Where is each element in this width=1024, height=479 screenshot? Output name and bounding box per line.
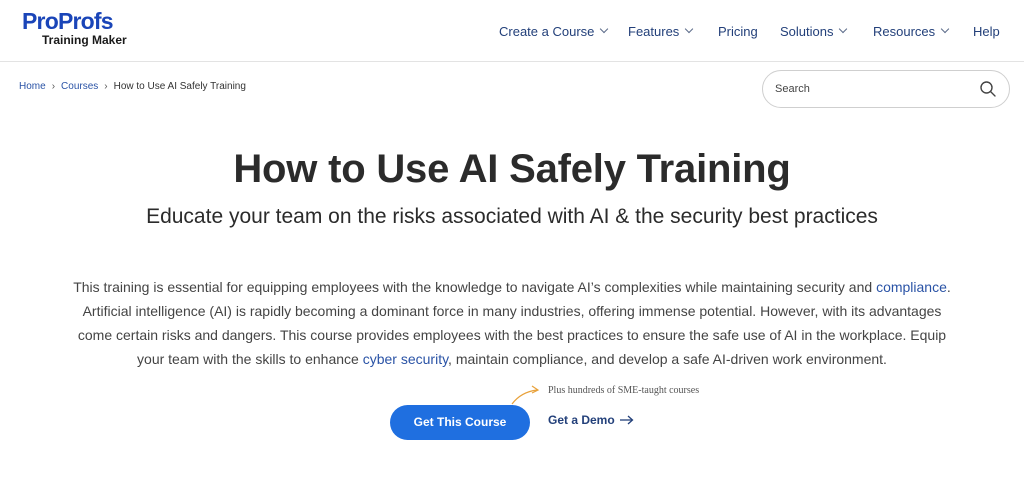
site-header: ProProfs Training Maker Create a Course … [0,0,1024,62]
proprofs-logo[interactable]: ProProfs Training Maker [22,10,132,50]
nav-solutions[interactable]: Solutions [780,22,848,40]
get-a-demo-link[interactable]: Get a Demo [548,413,634,427]
cta-note: Plus hundreds of SME-taught courses [548,385,700,396]
breadcrumb-home[interactable]: Home [19,81,46,92]
description-text: , maintain compliance, and develop a saf… [448,351,887,367]
nav-label: Resources [873,23,936,39]
breadcrumb-courses[interactable]: Courses [61,81,98,92]
get-this-course-button[interactable]: Get This Course [390,405,530,440]
chevron-down-icon [839,24,848,34]
nav-help[interactable]: Help [973,22,1000,40]
nav-label: Features [628,23,680,39]
nav-pricing[interactable]: Pricing [718,22,758,40]
nav-features[interactable]: Features [628,22,694,40]
page-subtitle: Educate your team on the risks associate… [146,205,878,228]
compliance-link[interactable]: compliance [876,279,947,295]
nav-resources[interactable]: Resources [873,22,950,40]
nav-label: Pricing [718,23,758,39]
breadcrumb-current: How to Use AI Safely Training [113,81,246,92]
search-icon[interactable] [979,80,997,98]
page-title: How to Use AI Safely Training [233,147,791,191]
breadcrumb-separator-icon: › [104,81,108,92]
breadcrumb: Home › Courses › How to Use AI Safely Tr… [19,81,246,92]
arrow-right-icon [619,415,634,425]
cyber-security-link[interactable]: cyber security [363,351,448,367]
nav-label: Help [973,23,1000,39]
nav-label: Solutions [780,23,834,39]
get-a-demo-label: Get a Demo [548,413,615,427]
chevron-down-icon [940,24,950,34]
logo-subtitle: Training Maker [42,33,127,47]
description-text: This training is essential for equipping… [73,279,877,295]
search-input[interactable] [775,80,965,98]
breadcrumb-separator-icon: › [51,81,56,92]
nav-label: Create a Course [499,23,595,39]
search-box[interactable] [762,70,1010,108]
chevron-down-icon [600,24,609,34]
course-description: This training is essential for equipping… [70,275,954,371]
chevron-down-icon [685,24,694,34]
curved-arrow-icon [511,385,540,405]
nav-create-a-course[interactable]: Create a Course [499,22,609,40]
logo-wordmark: ProProfs [22,8,114,34]
